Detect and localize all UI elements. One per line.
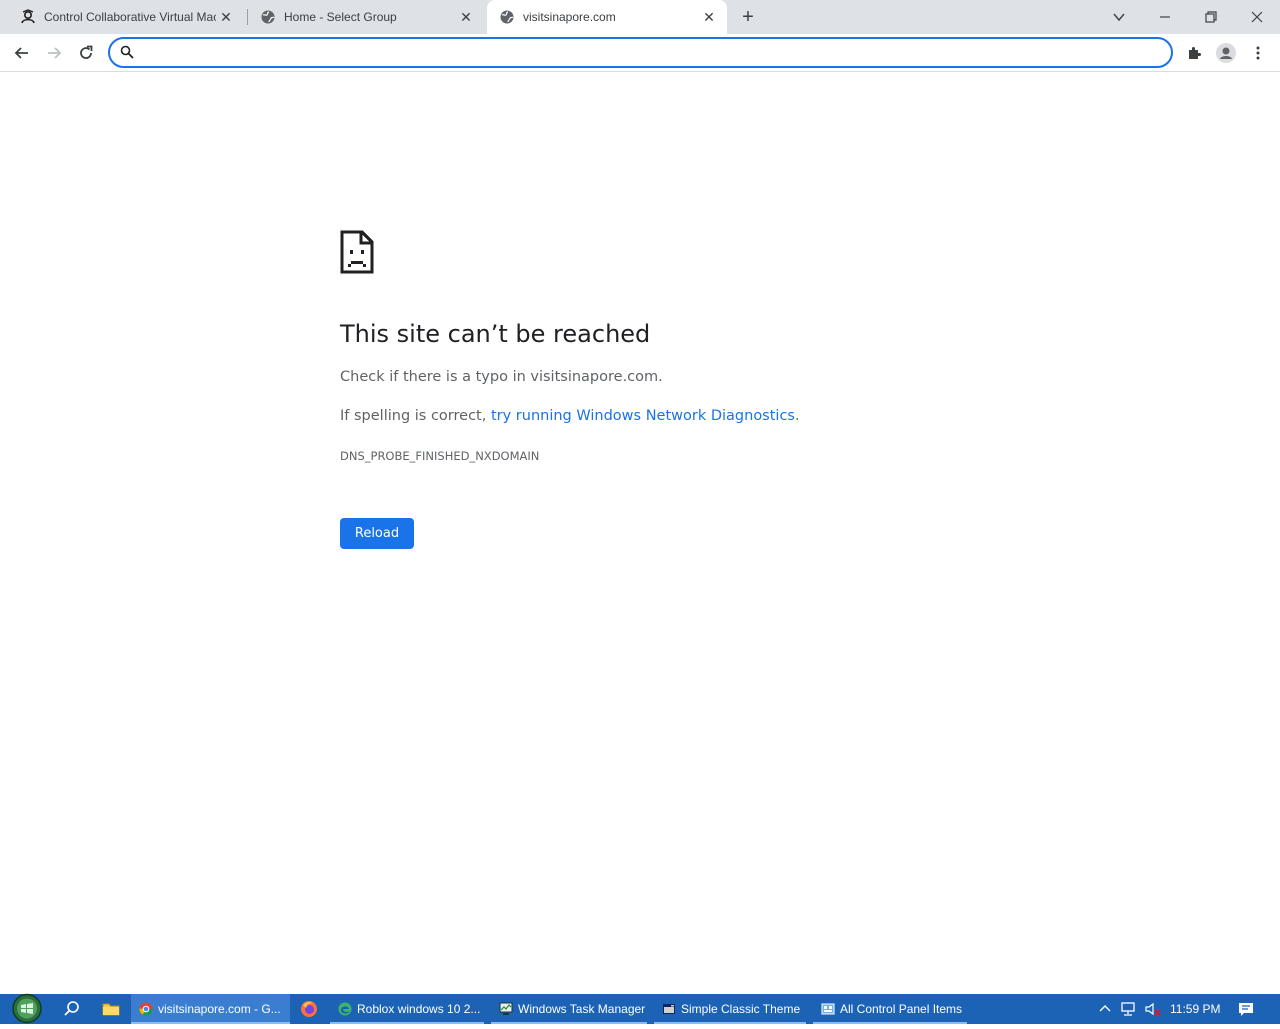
close-icon[interactable]: ✕ [456,7,476,27]
menu-button[interactable] [1244,39,1272,67]
tab-title: visitsinapore.com [523,10,616,24]
theme-icon [663,1004,675,1014]
task-manager-icon [499,1002,513,1015]
spelling-suffix: . [794,408,800,424]
new-tab-button[interactable]: + [736,5,760,29]
network-button[interactable] [1118,994,1140,1024]
control-panel-icon [821,1003,835,1015]
taskbar-item-control-panel[interactable]: All Control Panel Items [813,994,967,1024]
minimize-icon [1160,16,1170,18]
error-title: This site can’t be reached [340,320,651,348]
avatar-icon [1216,43,1236,63]
tab-title: Control Collaborative Virtual Machine [44,10,216,24]
globe-icon [499,9,515,25]
taskbar-item-label: Simple Classic Theme [681,1002,801,1016]
show-hidden-icons-button[interactable] [1096,994,1114,1024]
close-icon[interactable]: ✕ [216,7,236,27]
search-icon [120,45,134,64]
start-button[interactable] [8,993,46,1024]
arrow-right-icon [48,47,62,59]
taskbar-item-label: Windows Task Manager [518,1002,646,1016]
volume-button[interactable] [1142,994,1164,1024]
sad-page-icon [340,230,374,279]
volume-muted-icon [1145,1002,1161,1016]
chevron-down-icon [1113,13,1125,22]
taskbar-item-simple-classic-theme[interactable]: Simple Classic Theme [654,994,806,1024]
restore-button[interactable] [1188,0,1234,34]
firefox-button[interactable] [297,997,321,1021]
windows-orb-icon [12,993,42,1024]
globe-icon [260,9,276,25]
error-code: DNS_PROBE_FINISHED_NXDOMAIN [340,449,540,463]
tab-title: Home - Select Group [284,10,397,24]
taskbar-item-label: visitsinapore.com - G... [158,1002,281,1016]
close-icon [1251,11,1263,23]
address-bar[interactable] [108,37,1173,68]
minimize-button[interactable] [1142,0,1188,34]
spelling-prefix: If spelling is correct, [340,408,491,424]
refresh-icon [80,45,93,59]
extensions-button[interactable] [1180,39,1208,67]
tab-home-select-group[interactable]: Home - Select Group ✕ [248,0,484,34]
network-icon [1121,1002,1135,1016]
search-icon [64,1001,79,1016]
arrow-left-icon [14,47,28,59]
reload-toolbar-button[interactable] [72,39,100,67]
typo-hint: Check if there is a typo in visitsinapor… [340,369,663,385]
tab-search-button[interactable] [1096,0,1142,34]
person-shield-icon [20,9,36,25]
more-vertical-icon [1256,46,1260,60]
profile-button[interactable] [1212,39,1240,67]
search-taskbar-button[interactable] [60,997,84,1021]
chrome-icon [139,1002,153,1016]
taskbar: visitsinapore.com - G... Roblox windows … [0,993,1280,1024]
forward-button[interactable] [40,39,68,67]
restore-icon [1205,11,1217,23]
page-content: This site can’t be reached Check if ther… [0,72,1280,994]
taskbar-item-task-manager[interactable]: Windows Task Manager [491,994,647,1024]
back-button[interactable] [8,39,36,67]
taskbar-item-roblox[interactable]: Roblox windows 10 2... [330,994,484,1024]
folder-icon [102,1003,120,1016]
spelling-hint: If spelling is correct, try running Wind… [340,408,800,424]
file-explorer-button[interactable] [99,997,123,1021]
tab-strip: Control Collaborative Virtual Machine ✕ … [0,0,1280,34]
tab-visitsinapore[interactable]: visitsinapore.com ✕ [487,0,727,34]
chevron-up-icon [1099,1005,1111,1012]
edge-icon [338,1002,352,1016]
puzzle-icon [1189,47,1201,59]
address-input[interactable] [144,43,1144,63]
tab-control-vm[interactable]: Control Collaborative Virtual Machine ✕ [8,0,244,34]
firefox-icon [301,1001,317,1017]
browser-toolbar [0,34,1280,72]
reload-button[interactable]: Reload [340,518,414,549]
taskbar-item-label: Roblox windows 10 2... [357,1002,481,1016]
taskbar-item-label: All Control Panel Items [840,1002,963,1016]
notification-icon [1239,1003,1253,1016]
diagnostics-link[interactable]: try running Windows Network Diagnostics [491,408,795,424]
taskbar-item-chrome[interactable]: visitsinapore.com - G... [131,994,290,1024]
close-window-button[interactable] [1234,0,1280,34]
close-icon[interactable]: ✕ [699,7,719,27]
action-center-button[interactable] [1234,994,1258,1024]
clock[interactable]: 11:59 PM [1170,994,1220,1024]
